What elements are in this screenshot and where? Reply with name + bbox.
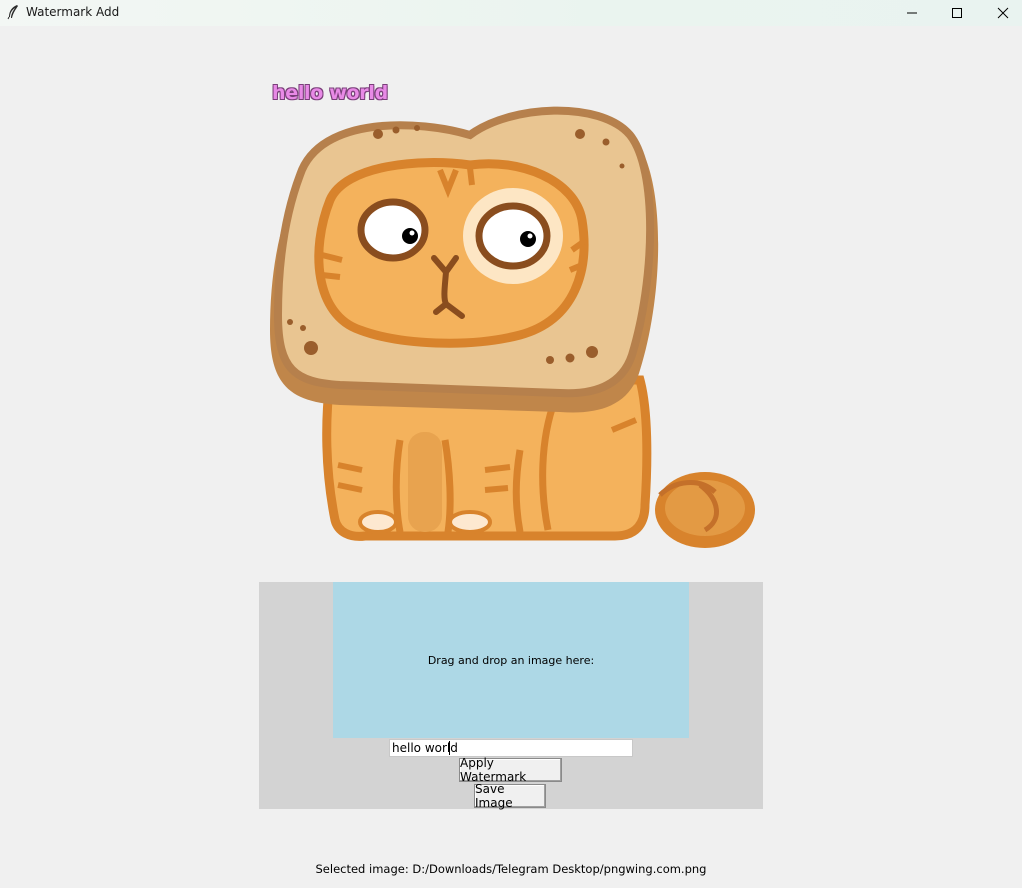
selected-image-label: Selected image: D:/Downloads/Telegram De…	[315, 862, 707, 876]
title-bar[interactable]: Watermark Add	[0, 0, 1022, 26]
minimize-button[interactable]	[889, 0, 935, 26]
apply-watermark-button[interactable]: Apply Watermark	[459, 756, 562, 784]
watermark-text-input[interactable]	[389, 739, 633, 757]
minimize-icon	[906, 7, 918, 19]
image-preview	[260, 76, 765, 556]
text-caret	[449, 741, 450, 755]
close-button[interactable]	[980, 0, 1022, 26]
feather-icon	[6, 4, 20, 20]
close-icon	[997, 7, 1009, 19]
cat-bread-image	[270, 106, 755, 548]
maximize-button[interactable]	[934, 0, 980, 26]
maximize-icon	[951, 7, 963, 19]
window-title: Watermark Add	[26, 5, 120, 19]
watermark-overlay-text: hello world	[272, 82, 388, 104]
app-window: Watermark Add hello world Drag and drop …	[0, 0, 1022, 888]
drop-zone[interactable]: Drag and drop an image here:	[333, 582, 689, 738]
save-image-button[interactable]: Save Image	[474, 782, 546, 810]
drop-zone-label: Drag and drop an image here:	[427, 653, 595, 667]
